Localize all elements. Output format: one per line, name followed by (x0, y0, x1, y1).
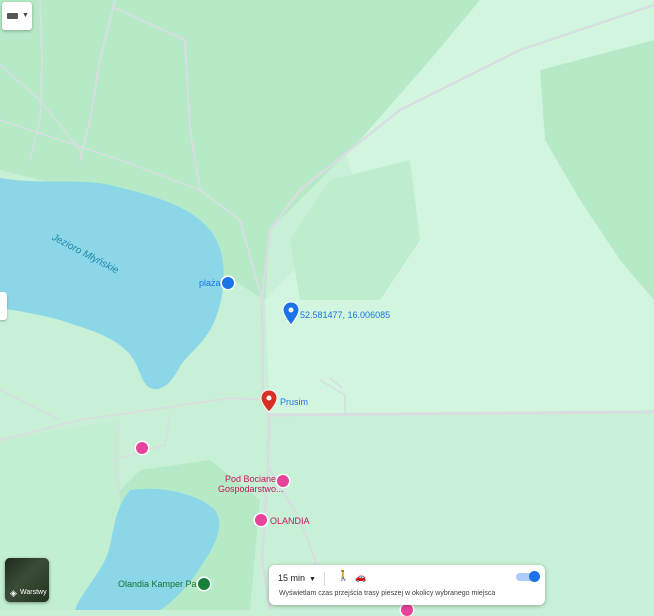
poi-label-plaza[interactable]: plaża (199, 278, 221, 288)
keyboard-icon (7, 13, 18, 19)
lodging-icon[interactable] (401, 604, 413, 616)
poi-label-pod-bocianem[interactable]: Pod Bocianem Gospodarstwo... (218, 474, 284, 494)
place-label-prusim[interactable]: Prusim (280, 397, 308, 407)
coordinates-label[interactable]: 52.581477, 16.006085 (300, 310, 390, 320)
travel-time-toggle[interactable] (516, 571, 540, 582)
layers-icon: ◈ (10, 588, 17, 598)
beach-icon[interactable] (222, 277, 234, 289)
toggle-knob (529, 571, 540, 582)
lodging-icon[interactable] (255, 514, 267, 526)
poi-label-olandia[interactable]: OLANDIA (270, 516, 310, 526)
time-select-value: 15 min (278, 573, 306, 583)
lodging-icon[interactable] (136, 442, 148, 454)
travel-time-info: Wyświetlam czas przejścia trasy pieszej … (279, 590, 496, 597)
divider (324, 572, 325, 586)
poi-label-olandia-kamper-park[interactable]: Olandia Kamper Park (118, 579, 204, 589)
map-canvas[interactable] (0, 0, 654, 610)
travel-time-panel: 15 min ▼ 🚶 🚗 Wyświetlam czas przejścia tr… (269, 565, 545, 605)
chevron-down-icon: ▼ (309, 576, 316, 583)
walk-icon[interactable]: 🚶 (337, 571, 349, 582)
lodging-icon[interactable] (277, 475, 289, 487)
time-select[interactable]: 15 min ▼ (278, 573, 316, 583)
input-tools-button[interactable]: ▼ (2, 2, 32, 30)
side-panel-toggle[interactable] (0, 292, 7, 320)
dropdown-arrow-icon: ▼ (22, 12, 29, 19)
layers-button[interactable]: ◈ Warstwy (5, 558, 49, 602)
car-icon[interactable]: 🚗 (355, 572, 366, 583)
campground-icon[interactable] (198, 578, 210, 590)
layers-label: Warstwy (20, 589, 47, 596)
